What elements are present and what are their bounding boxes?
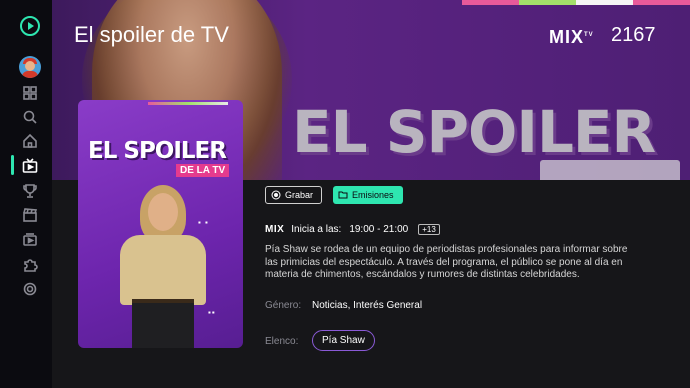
home-icon: [23, 133, 37, 148]
poster-decoration: ▪ ▪: [198, 218, 209, 227]
poster-decoration: ▪▪: [208, 308, 216, 317]
poster-title: EL SPOILER: [88, 138, 227, 164]
sidebar: [0, 0, 52, 388]
avatar[interactable]: [19, 56, 41, 78]
settings-icon: [23, 282, 37, 296]
sidebar-item-tv[interactable]: [21, 157, 39, 175]
channel-logo: MIXTV: [549, 27, 594, 47]
sidebar-item-grid[interactable]: [21, 84, 39, 102]
airing-info: MIX Inicia a las: 19:00 - 21:00 +13: [265, 224, 440, 235]
trophy-icon: [23, 184, 37, 198]
sidebar-item-home[interactable]: [21, 132, 39, 150]
airings-button[interactable]: Emisiones: [333, 186, 403, 204]
cast-chip[interactable]: Pía Shaw: [312, 330, 375, 351]
hero-show-logo-sub: [540, 160, 680, 180]
sidebar-item-settings[interactable]: [21, 280, 39, 298]
tv-icon: [22, 158, 38, 173]
program-description: Pía Shaw se rodea de un equipo de period…: [265, 244, 628, 280]
channel-mini-logo: MIX: [265, 224, 285, 235]
record-icon: [23, 233, 37, 246]
time-range: 19:00 - 21:00: [349, 224, 409, 235]
sidebar-item-recordings[interactable]: [21, 231, 39, 249]
genre-value: Noticias, Interés General: [312, 300, 423, 311]
page-title: El spoiler de TV: [74, 22, 229, 47]
show-poster: EL SPOILER DE LA TV ▪ ▪ ▪▪: [78, 100, 243, 348]
sidebar-item-sports[interactable]: [21, 182, 39, 200]
record-icon: [271, 190, 281, 200]
starts-label: Inicia a las:: [291, 224, 342, 235]
age-rating-badge: +13: [418, 224, 440, 235]
folder-icon: [338, 191, 348, 199]
puzzle-icon: [24, 259, 38, 272]
record-button-label: Grabar: [285, 190, 314, 200]
poster-color-bar: [148, 102, 228, 105]
sidebar-item-apps[interactable]: [21, 256, 39, 274]
airings-button-label: Emisiones: [352, 190, 394, 200]
poster-subtitle: DE LA TV: [176, 164, 230, 177]
avatar-face: [25, 61, 35, 71]
app-logo-icon: [20, 16, 40, 36]
search-icon: [23, 110, 37, 124]
hero-color-bars: [462, 0, 690, 5]
poster-presenter-image: [98, 185, 228, 348]
active-indicator: [11, 155, 14, 175]
avatar-body: [22, 71, 38, 78]
genre-label: Género:: [265, 300, 302, 311]
hero-show-logo-text: EL SPOILER: [292, 98, 656, 166]
channel-number: 2167: [611, 24, 656, 46]
cast-label: Elenco:: [265, 336, 299, 347]
sidebar-item-movies[interactable]: [21, 206, 39, 224]
grid-icon: [23, 86, 37, 100]
record-button[interactable]: Grabar: [265, 186, 322, 204]
clapperboard-icon: [23, 208, 38, 222]
sidebar-item-search[interactable]: [21, 108, 39, 126]
